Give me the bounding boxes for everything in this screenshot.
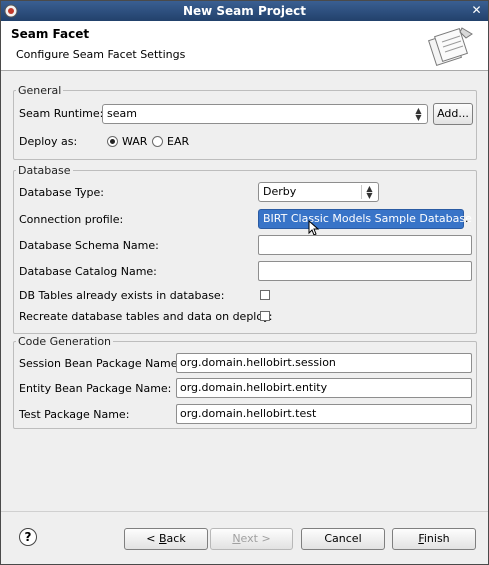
finish-button[interactable]: Finish — [392, 528, 476, 550]
database-type-label: Database Type: — [19, 186, 104, 199]
connection-profile-select[interactable]: BIRT Classic Models Sample Database — [258, 209, 472, 229]
deploy-as-label: Deploy as: — [19, 135, 78, 148]
catalog-name-input[interactable] — [258, 261, 472, 281]
close-icon[interactable]: ✕ — [469, 3, 484, 18]
entity-package-label: Entity Bean Package Name: — [19, 382, 172, 395]
seam-wizard-banner-icon — [428, 27, 473, 67]
database-legend: Database — [18, 164, 71, 177]
window-title: New Seam Project — [182, 4, 307, 18]
schema-name-input[interactable] — [258, 235, 472, 255]
ear-label: EAR — [167, 135, 190, 148]
connection-profile-label: Connection profile: — [19, 213, 124, 226]
session-package-input[interactable]: org.domain.hellobirt.session — [176, 353, 472, 373]
seam-runtime-value: seam — [107, 107, 137, 120]
entity-package-input[interactable]: org.domain.hellobirt.entity — [176, 378, 472, 398]
test-package-label: Test Package Name: — [19, 408, 130, 421]
session-package-label: Session Bean Package Name: — [19, 357, 182, 370]
recreate-tables-checkbox[interactable] — [260, 311, 270, 321]
title-bar[interactable]: New Seam Project ✕ — [1, 1, 488, 21]
war-label: WAR — [122, 135, 148, 148]
general-legend: General — [18, 84, 62, 97]
help-icon[interactable]: ? — [19, 528, 37, 546]
next-button[interactable]: Next > — [210, 528, 293, 550]
mouse-pointer-icon — [308, 220, 320, 236]
recreate-tables-label: Recreate database tables and data on dep… — [19, 310, 273, 323]
footer-separator — [1, 511, 488, 512]
select-arrows-icon: ▲ ▼ — [366, 184, 373, 200]
tables-exist-checkbox[interactable] — [260, 290, 270, 300]
select-arrows-icon: ▲ ▼ — [415, 106, 422, 122]
page-subtitle: Configure Seam Facet Settings — [16, 48, 186, 61]
code-generation-legend: Code Generation — [18, 335, 112, 348]
test-package-input[interactable]: org.domain.hellobirt.test — [176, 404, 472, 424]
seam-runtime-select[interactable]: seam ▲ ▼ — [102, 104, 428, 124]
back-button[interactable]: < Back — [124, 528, 208, 550]
tables-exist-label: DB Tables already exists in database: — [19, 289, 225, 302]
database-type-value: Derby — [263, 185, 297, 198]
page-title: Seam Facet — [11, 27, 90, 41]
wizard-header: Seam Facet Configure Seam Facet Settings — [1, 21, 488, 71]
war-radio[interactable] — [107, 136, 118, 147]
new-seam-project-dialog: New Seam Project ✕ Seam Facet Configure … — [0, 0, 489, 565]
database-type-select[interactable]: Derby ▲ ▼ — [258, 182, 379, 202]
schema-name-label: Database Schema Name: — [19, 239, 159, 252]
ear-radio[interactable] — [152, 136, 163, 147]
add-runtime-button[interactable]: Add... — [433, 103, 473, 125]
catalog-name-label: Database Catalog Name: — [19, 265, 157, 278]
seam-runtime-label: Seam Runtime: — [19, 107, 104, 120]
connection-profile-more: . — [465, 212, 469, 225]
cancel-button[interactable]: Cancel — [301, 528, 385, 550]
